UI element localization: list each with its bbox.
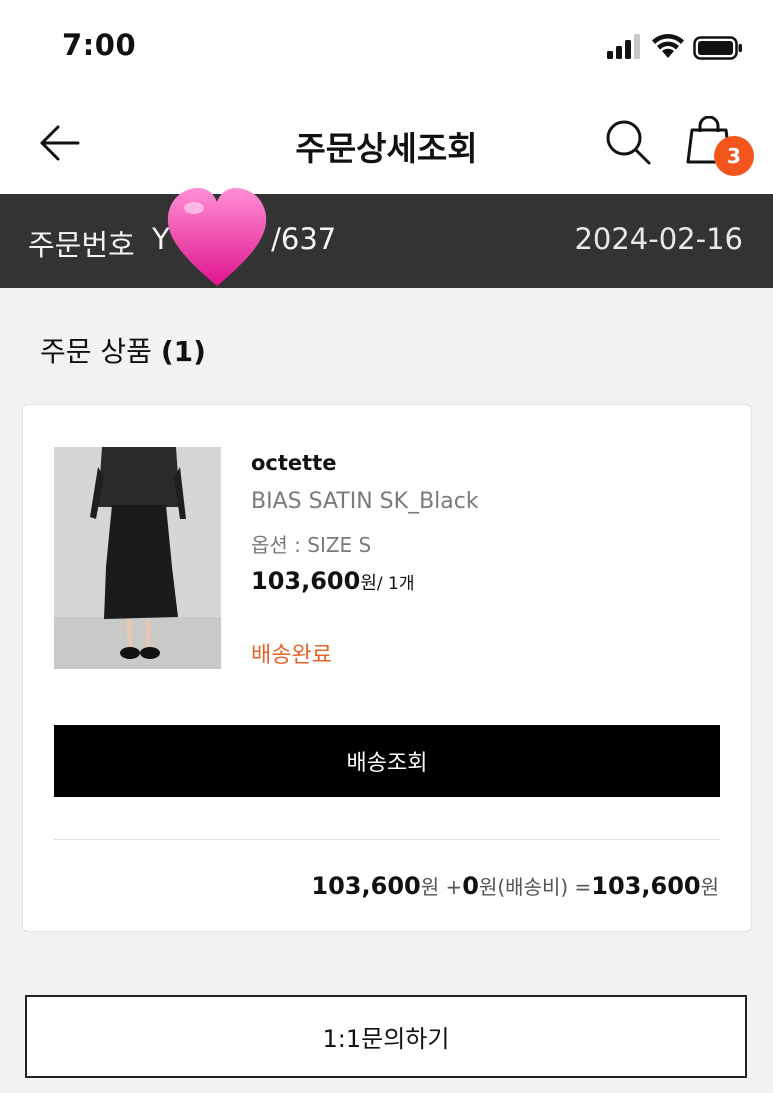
- cart-button[interactable]: 3: [686, 116, 758, 178]
- signal-icon: [607, 34, 640, 59]
- total-plus: +: [439, 875, 463, 899]
- order-item-card: octette BIAS SATIN SK_Black 옵션 : SIZE S …: [22, 404, 752, 932]
- order-number-label: 주문번호: [28, 228, 135, 262]
- grand-total: 103,600: [591, 872, 701, 900]
- product-price: 103,600원/ 1개: [251, 567, 414, 595]
- product-brand: octette: [251, 451, 337, 475]
- search-button[interactable]: [604, 118, 652, 166]
- product-quantity: / 1개: [376, 574, 415, 594]
- product-option: 옵션 : SIZE S: [251, 533, 372, 557]
- track-delivery-button[interactable]: 배송조회: [54, 725, 720, 797]
- product-photo: [54, 447, 221, 669]
- total-won-unit: 원: [478, 875, 498, 899]
- product-price-value: 103,600: [251, 567, 361, 595]
- top-navigation: 주문상세조회 3: [0, 92, 773, 194]
- heart-sticker-icon: [167, 188, 267, 286]
- order-items-title: 주문 상품: [40, 335, 152, 368]
- order-info-bar: 주문번호 Y /637 2024-02-16: [0, 188, 773, 288]
- product-name[interactable]: BIAS SATIN SK_Black: [251, 489, 479, 514]
- search-icon: [606, 120, 651, 165]
- product-image[interactable]: [54, 447, 221, 669]
- page-title: 주문상세조회: [295, 129, 478, 168]
- delivery-status: 배송완료: [251, 643, 332, 668]
- product-price-unit: 원: [360, 573, 377, 594]
- one-to-one-inquiry-button[interactable]: 1:1문의하기: [25, 995, 747, 1078]
- order-items-count: (1): [160, 335, 206, 368]
- order-items-heading: 주문 상품 (1): [40, 330, 206, 370]
- total-shipping-label: (배송비) =: [497, 875, 592, 899]
- total-won-unit: 원: [700, 875, 719, 899]
- status-bar: 7:00: [0, 0, 773, 92]
- order-total: 103,600원 +0원(배송비) =103,600원: [311, 871, 719, 900]
- cart-count-badge: 3: [714, 136, 754, 176]
- status-time: 7:00: [62, 28, 137, 62]
- battery-icon: [693, 36, 742, 60]
- total-shipping-fee: 0: [462, 872, 479, 900]
- wifi-icon: [652, 34, 684, 58]
- total-product-amount: 103,600: [311, 872, 421, 900]
- total-won-unit: 원: [420, 875, 440, 899]
- divider: [54, 839, 720, 840]
- order-date: 2024-02-16: [574, 222, 743, 256]
